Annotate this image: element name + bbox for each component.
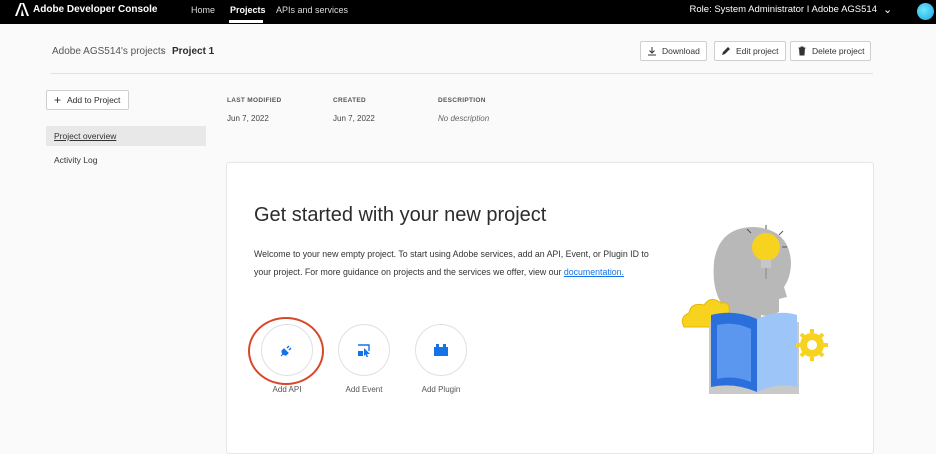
- sidebar-item-label: Project overview: [54, 131, 117, 141]
- chevron-down-icon[interactable]: ⌄: [883, 3, 892, 16]
- breadcrumb-separator: ›: [161, 46, 165, 57]
- description-value: No description: [438, 114, 490, 123]
- add-to-project-button[interactable]: + Add to Project: [46, 90, 129, 110]
- avatar[interactable]: [917, 3, 934, 20]
- created-value: Jun 7, 2022: [333, 114, 375, 123]
- nav-apis-and-services[interactable]: APIs and services: [276, 5, 348, 15]
- adobe-logo-icon[interactable]: [15, 3, 29, 16]
- card-description: Welcome to your new empty project. To st…: [254, 245, 649, 281]
- sidebar-item-project-overview[interactable]: Project overview: [46, 126, 206, 146]
- nav-projects[interactable]: Projects: [230, 5, 266, 15]
- edit-project-button[interactable]: Edit project: [714, 41, 786, 61]
- sidebar-item-activity-log[interactable]: Activity Log: [46, 150, 206, 170]
- breadcrumb-parent[interactable]: Adobe AGS514's projects: [52, 46, 166, 57]
- last-modified-value: Jun 7, 2022: [227, 114, 269, 123]
- breadcrumb-current: Project 1: [172, 46, 215, 57]
- plugin-icon: [434, 344, 448, 356]
- active-nav-indicator: [229, 20, 263, 23]
- card-title: Get started with your new project: [254, 204, 547, 226]
- add-event-button[interactable]: [338, 324, 390, 376]
- plus-icon: +: [54, 93, 62, 107]
- event-icon: [358, 344, 370, 357]
- created-label: CREATED: [333, 97, 367, 104]
- header-divider: [50, 73, 873, 74]
- download-icon: [648, 47, 656, 56]
- add-api-label: Add API: [272, 385, 302, 394]
- last-modified-label: LAST MODIFIED: [227, 97, 282, 104]
- documentation-link[interactable]: documentation.: [564, 267, 624, 277]
- pencil-icon: [722, 47, 730, 55]
- top-navigation-bar: Adobe Developer Console Home Projects AP…: [0, 0, 936, 24]
- description-label: DESCRIPTION: [438, 97, 486, 104]
- role-org-switcher[interactable]: Role: System Administrator I Adobe AGS51…: [690, 4, 877, 15]
- add-plugin-action[interactable]: Add Plugin: [413, 324, 469, 394]
- add-to-project-label: Add to Project: [67, 95, 121, 105]
- download-button[interactable]: Download: [640, 41, 707, 61]
- nav-home[interactable]: Home: [191, 5, 215, 15]
- download-label: Download: [662, 46, 700, 56]
- add-plugin-button[interactable]: [415, 324, 467, 376]
- add-plugin-label: Add Plugin: [421, 385, 461, 394]
- get-started-card: Get started with your new project Welcom…: [226, 162, 874, 454]
- app-title[interactable]: Adobe Developer Console: [33, 4, 157, 15]
- project-illustration: [681, 225, 828, 394]
- add-event-action[interactable]: Add Event: [336, 324, 392, 394]
- sidebar-item-label: Activity Log: [54, 155, 98, 165]
- delete-project-label: Delete project: [812, 46, 865, 56]
- delete-project-button[interactable]: Delete project: [790, 41, 872, 61]
- edit-project-label: Edit project: [736, 46, 779, 56]
- trash-icon: [798, 46, 806, 56]
- highlight-circle-annotation: [248, 317, 324, 385]
- add-event-label: Add Event: [345, 385, 383, 394]
